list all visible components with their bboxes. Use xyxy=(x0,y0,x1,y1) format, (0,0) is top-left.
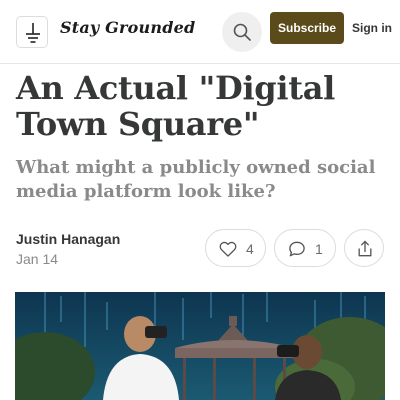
search-icon xyxy=(233,23,251,41)
like-button[interactable]: 4 xyxy=(205,229,266,267)
comment-icon xyxy=(289,241,305,257)
like-count: 4 xyxy=(246,241,254,257)
hero-image[interactable] xyxy=(15,292,385,400)
publication-name[interactable]: Stay Grounded xyxy=(60,18,195,37)
post-subtitle: What might a publicly owned social media… xyxy=(16,157,376,202)
search-button[interactable] xyxy=(222,12,262,52)
subscribe-button[interactable]: Subscribe xyxy=(270,12,344,44)
heart-icon xyxy=(219,241,237,257)
post-title: An Actual "Digital Town Square" xyxy=(16,69,336,143)
author-name[interactable]: Justin Hanagan xyxy=(16,231,120,247)
share-button[interactable] xyxy=(344,229,384,267)
post-date: Jan 14 xyxy=(16,251,59,267)
sign-in-link[interactable]: Sign in xyxy=(352,21,392,35)
comment-count: 1 xyxy=(315,241,323,257)
top-navigation-bar: Stay Grounded Subscribe Sign in xyxy=(0,0,400,64)
share-icon xyxy=(358,240,372,257)
publication-logo[interactable] xyxy=(16,16,48,48)
comment-button[interactable]: 1 xyxy=(274,229,336,267)
hero-illustration xyxy=(15,292,385,400)
ground-symbol-icon xyxy=(26,23,40,43)
